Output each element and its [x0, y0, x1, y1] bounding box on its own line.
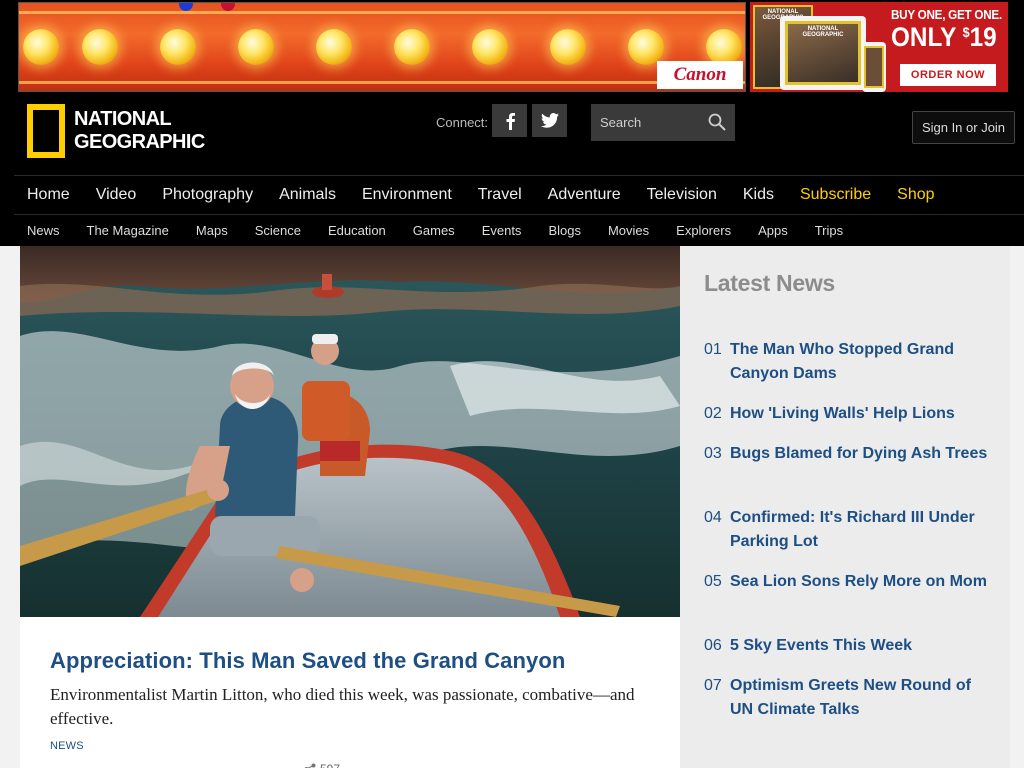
- light-bulb-icon: [160, 29, 196, 65]
- news-item-number: 05: [704, 573, 722, 590]
- news-item-number: 06: [704, 637, 722, 654]
- search-input[interactable]: [591, 104, 701, 141]
- main-nav: Home Video Photography Animals Environme…: [14, 176, 1024, 214]
- light-bulb-icon: [472, 29, 508, 65]
- nav-item-home[interactable]: Home: [14, 186, 83, 204]
- canon-banner-ad[interactable]: Canon: [18, 2, 746, 92]
- subnav-item-explorers[interactable]: Explorers: [663, 223, 745, 238]
- order-now-button[interactable]: ORDER NOW: [900, 64, 996, 86]
- latest-news-item[interactable]: 02 How 'Living Walls' Help Lions: [704, 402, 994, 426]
- river-rowboat-photo: [20, 246, 680, 617]
- article-hero-image[interactable]: [20, 246, 680, 617]
- ad-stripe: [19, 11, 745, 14]
- latest-news-item[interactable]: 04 Confirmed: It's Richard III Under Par…: [704, 506, 994, 554]
- twitter-button[interactable]: [532, 104, 567, 137]
- site-logo[interactable]: NATIONAL GEOGRAPHIC: [27, 104, 205, 158]
- subnav-item-science[interactable]: Science: [242, 223, 315, 238]
- news-item-title[interactable]: 5 Sky Events This Week: [730, 634, 988, 658]
- news-item-number: 02: [704, 405, 722, 422]
- facebook-icon: [506, 112, 515, 130]
- light-bulb-icon: [394, 29, 430, 65]
- search-box[interactable]: [591, 104, 735, 141]
- subnav-item-movies[interactable]: Movies: [595, 223, 663, 238]
- share-count[interactable]: 597: [304, 762, 340, 768]
- subnav-item-events[interactable]: Events: [469, 223, 536, 238]
- news-item-title[interactable]: The Man Who Stopped Grand Canyon Dams: [730, 338, 988, 386]
- latest-news-title: Latest News: [704, 270, 835, 296]
- subnav-item-maps[interactable]: Maps: [183, 223, 242, 238]
- subnav-item-education[interactable]: Education: [315, 223, 400, 238]
- news-item-title[interactable]: Bugs Blamed for Dying Ash Trees: [730, 442, 988, 466]
- nav-item-television[interactable]: Television: [634, 186, 730, 204]
- subnav-item-magazine[interactable]: The Magazine: [74, 223, 183, 238]
- phone-image: [862, 42, 886, 92]
- nav-item-photography[interactable]: Photography: [149, 186, 266, 204]
- red-dot-icon: [221, 3, 235, 11]
- nav-item-kids[interactable]: Kids: [730, 186, 787, 204]
- sub-nav: News The Magazine Maps Science Education…: [14, 215, 1024, 246]
- facebook-button[interactable]: [492, 104, 527, 137]
- canon-logo: Canon: [657, 61, 743, 89]
- latest-news-item[interactable]: 03 Bugs Blamed for Dying Ash Trees: [704, 442, 994, 466]
- latest-news-item[interactable]: 07 Optimism Greets New Round of UN Clima…: [704, 674, 994, 722]
- news-item-number: 07: [704, 677, 722, 694]
- article-headline[interactable]: Appreciation: This Man Saved the Grand C…: [50, 648, 565, 674]
- article-category[interactable]: NEWS: [50, 740, 84, 752]
- news-item-title[interactable]: How 'Living Walls' Help Lions: [730, 402, 988, 426]
- light-bulb-icon: [82, 29, 118, 65]
- subnav-item-blogs[interactable]: Blogs: [535, 223, 595, 238]
- subnav-item-apps[interactable]: Apps: [745, 223, 802, 238]
- latest-news-item[interactable]: 01 The Man Who Stopped Grand Canyon Dams: [704, 338, 994, 386]
- nav-item-shop[interactable]: Shop: [884, 186, 947, 204]
- light-bulb-icon: [316, 29, 352, 65]
- news-item-title[interactable]: Optimism Greets New Round of UN Climate …: [730, 674, 988, 722]
- share-count-value: 597: [320, 762, 340, 768]
- share-icon: [304, 763, 316, 768]
- subnav-item-news[interactable]: News: [14, 223, 74, 238]
- news-item-number: 03: [704, 445, 722, 462]
- light-bulb-icon: [238, 29, 274, 65]
- nav-item-subscribe[interactable]: Subscribe: [787, 186, 884, 204]
- yellow-border-logo-icon: [27, 104, 65, 158]
- logo-text: NATIONAL GEOGRAPHIC: [74, 108, 205, 154]
- tablet-image: NATIONAL GEOGRAPHIC: [780, 16, 866, 90]
- nav-item-environment[interactable]: Environment: [349, 186, 465, 204]
- ad-stripe: [19, 81, 745, 84]
- nav-item-travel[interactable]: Travel: [465, 186, 535, 204]
- blue-dot-icon: [179, 3, 193, 11]
- search-icon[interactable]: [708, 113, 726, 131]
- light-bulb-icon: [628, 29, 664, 65]
- light-bulb-icon: [706, 29, 742, 65]
- nav-item-video[interactable]: Video: [83, 186, 150, 204]
- light-bulb-icon: [23, 29, 59, 65]
- news-item-title[interactable]: Sea Lion Sons Rely More on Mom: [730, 570, 988, 594]
- offer-headline: BUY ONE, GET ONE.: [891, 7, 1002, 22]
- price-prefix: ONLY: [891, 22, 956, 52]
- latest-news-item[interactable]: 05 Sea Lion Sons Rely More on Mom: [704, 570, 994, 594]
- light-bulb-icon: [550, 29, 586, 65]
- subscription-offer-ad[interactable]: NATIONAL GEOGRAPHIC NATIONAL GEOGRAPHIC …: [750, 2, 1008, 92]
- nav-item-animals[interactable]: Animals: [266, 186, 349, 204]
- connect-label: Connect:: [436, 115, 489, 130]
- article-dek: Environmentalist Martin Litton, who died…: [50, 685, 635, 728]
- news-item-number: 04: [704, 509, 722, 526]
- nav-item-adventure[interactable]: Adventure: [535, 186, 634, 204]
- news-item-title[interactable]: Confirmed: It's Richard III Under Parkin…: [730, 506, 988, 554]
- latest-news-item[interactable]: 06 5 Sky Events This Week: [704, 634, 994, 658]
- subnav-item-trips[interactable]: Trips: [802, 223, 857, 238]
- offer-price: ONLY $19: [891, 22, 997, 53]
- twitter-icon: [540, 113, 559, 128]
- logo-line-2: GEOGRAPHIC: [74, 131, 205, 153]
- sign-in-button[interactable]: Sign In or Join: [912, 111, 1015, 144]
- logo-line-1: NATIONAL: [74, 108, 172, 130]
- subnav-item-games[interactable]: Games: [400, 223, 469, 238]
- ad-row: Canon NATIONAL GEOGRAPHIC NATIONAL GEOGR…: [0, 0, 1024, 94]
- phone-screen: [864, 46, 884, 88]
- news-item-number: 01: [704, 341, 722, 358]
- tablet-screen-label: NATIONAL GEOGRAPHIC: [785, 21, 861, 85]
- price-amount: 19: [969, 22, 997, 52]
